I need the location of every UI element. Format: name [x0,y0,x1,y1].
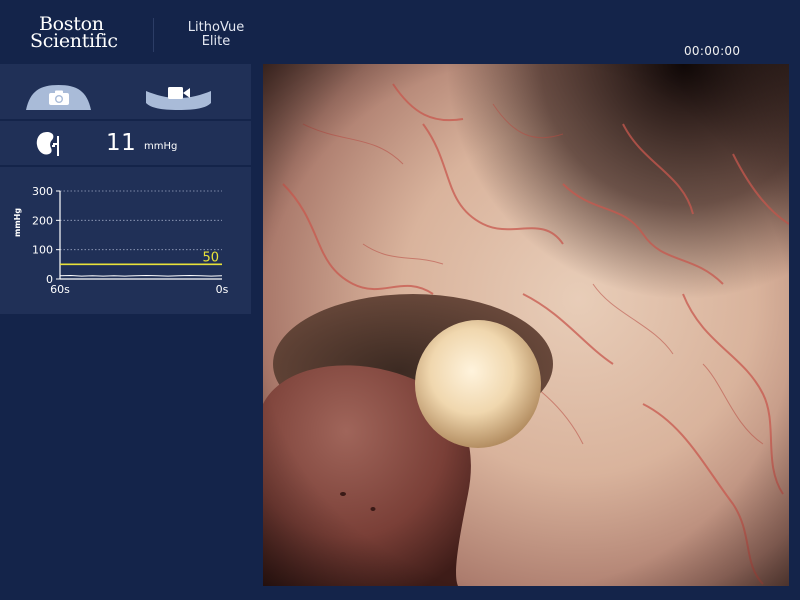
camera-icon [49,90,69,105]
chart-threshold-label: 50 [202,250,219,265]
capture-photo-button[interactable] [26,83,91,110]
capture-panel [0,64,251,119]
video-camera-icon [168,87,190,99]
chart-x-tick-label: 0s [216,283,229,296]
logo-line-2: Scientific [30,30,118,52]
boston-scientific-logo: Boston Scientific [30,15,118,52]
pressure-panel: 11 mmHg [0,121,251,165]
pressure-chart-panel: 300 200 100 0 60s 0s 50 mmHg [0,167,251,314]
endoscopic-image [263,64,789,586]
endoscope-video-feed [263,64,789,586]
pressure-chart: 300200100060s 0s50 [32,185,229,296]
kidney-icon [36,132,59,156]
product-name-line-2: Elite [201,34,231,49]
header: Boston Scientific LithoVue Elite 00:00:0… [0,0,800,64]
chart-x-tick-label: 60s [50,283,70,296]
chart-pressure-trace [59,274,223,277]
header-divider [153,18,154,52]
chart-y-tick-label: 200 [32,214,53,227]
product-name: LithoVue Elite [175,21,257,49]
record-video-button[interactable] [146,83,211,110]
chart-y-axis-label: mmHg [13,207,22,237]
chart-y-tick-label: 300 [32,185,53,198]
recording-timer: 00:00:00 [684,44,741,58]
pressure-unit: mmHg [144,141,178,152]
product-name-line-1: LithoVue [187,20,245,35]
pressure-value: 11 [106,130,137,156]
chart-y-tick-label: 100 [32,244,53,257]
